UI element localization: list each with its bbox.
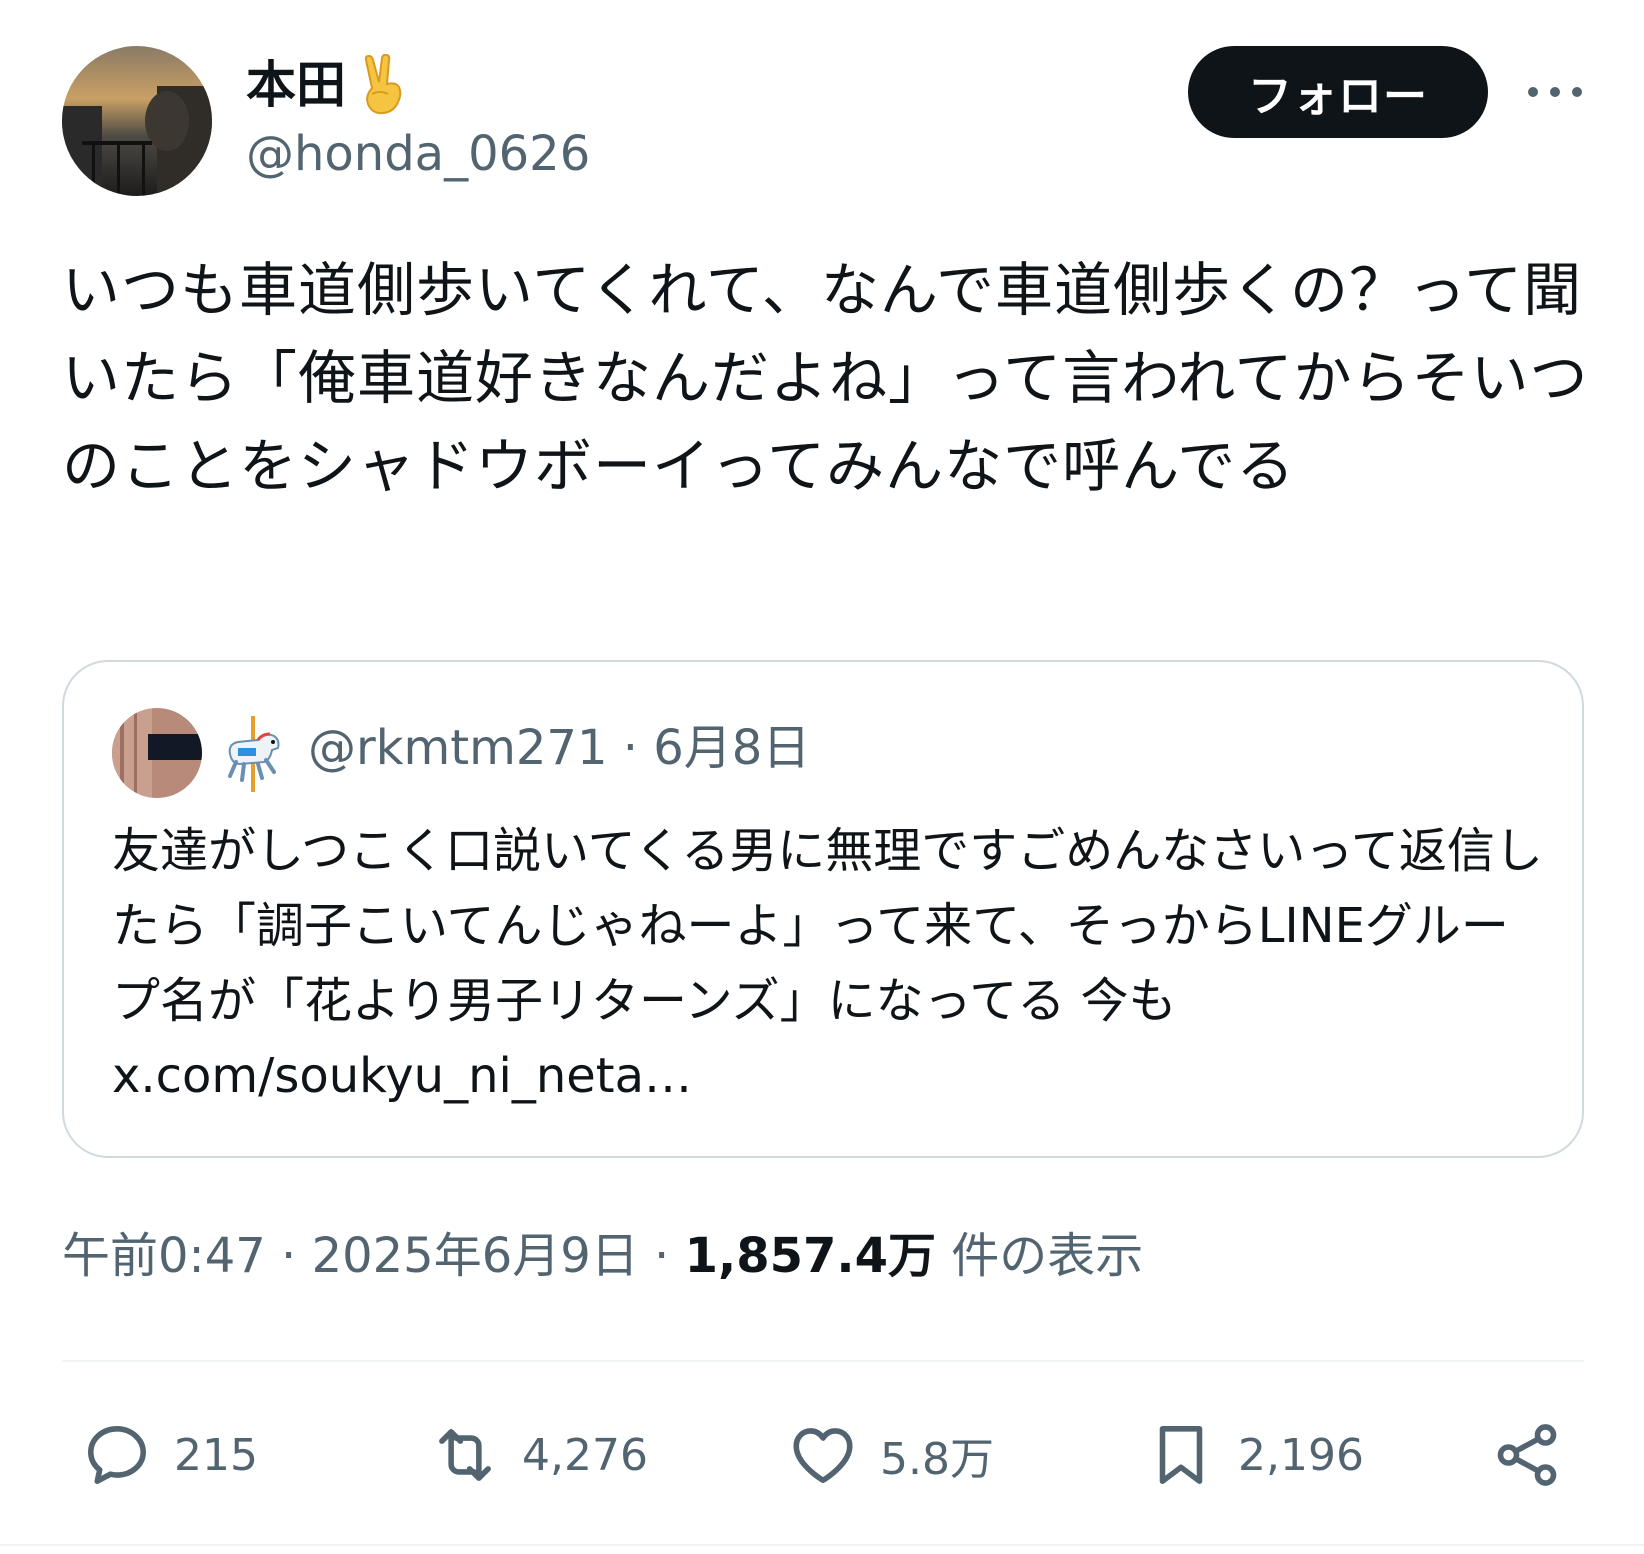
bottom-divider — [0, 1544, 1644, 1546]
tweet-meta-row: 午前0:47 · 2025年6月9日 · 1,857.4万 件の表示 — [62, 1228, 1143, 1286]
quoted-tweet-card[interactable]: @rkmtm271 · 6月8日 友達がしつこく口説いてくる男に無理ですごめんな… — [62, 660, 1584, 1158]
heart-icon — [793, 1428, 853, 1484]
peace-hand-emoji-icon — [358, 53, 408, 116]
author-handle[interactable]: @honda_0626 — [246, 128, 590, 181]
views-count: 1,857.4万 — [684, 1228, 937, 1284]
carousel-horse-emoji-icon — [218, 714, 288, 794]
like-count: 5.8万 — [880, 1434, 994, 1485]
quoted-tweet-text: 友達がしつこく口説いてくる男に無理ですごめんなさいって返信したら「調子こいてんじ… — [112, 823, 1543, 1104]
bookmark-button[interactable]: 2,196 — [1144, 1412, 1364, 1498]
tweet-text: いつも車道側歩いてくれて、なんで車道側歩くの？って聞いたら「俺車道好きなんだよね… — [62, 256, 1589, 500]
quoted-avatar-image — [112, 708, 202, 798]
author-avatar-image — [62, 46, 212, 196]
like-button[interactable]: 5.8万 — [786, 1412, 994, 1498]
repost-icon — [439, 1429, 491, 1481]
author-display-name[interactable]: 本田 — [246, 60, 346, 110]
share-icon — [1497, 1424, 1557, 1486]
repost-button[interactable]: 4,276 — [428, 1412, 648, 1498]
divider — [62, 1360, 1584, 1362]
more-options-button[interactable] — [1520, 66, 1590, 118]
tweet-timestamp[interactable]: 午前0:47 · 2025年6月9日 · — [62, 1228, 685, 1284]
quoted-tweet-meta[interactable]: @rkmtm271 · 6月8日 — [308, 720, 810, 778]
repost-count: 4,276 — [522, 1429, 648, 1481]
bookmark-count: 2,196 — [1238, 1429, 1364, 1481]
share-button[interactable] — [1490, 1412, 1564, 1498]
reply-icon — [88, 1426, 146, 1484]
reply-button[interactable]: 215 — [80, 1412, 258, 1498]
bookmark-icon — [1159, 1426, 1203, 1484]
reply-count: 215 — [174, 1429, 258, 1481]
author-name-row[interactable]: 本田 — [246, 50, 408, 120]
follow-button[interactable]: フォロー — [1188, 46, 1488, 138]
more-horizontal-icon — [1528, 87, 1582, 97]
views-label: 件の表示 — [936, 1228, 1144, 1284]
quoted-author-avatar[interactable] — [112, 708, 202, 798]
author-avatar[interactable] — [62, 46, 212, 196]
